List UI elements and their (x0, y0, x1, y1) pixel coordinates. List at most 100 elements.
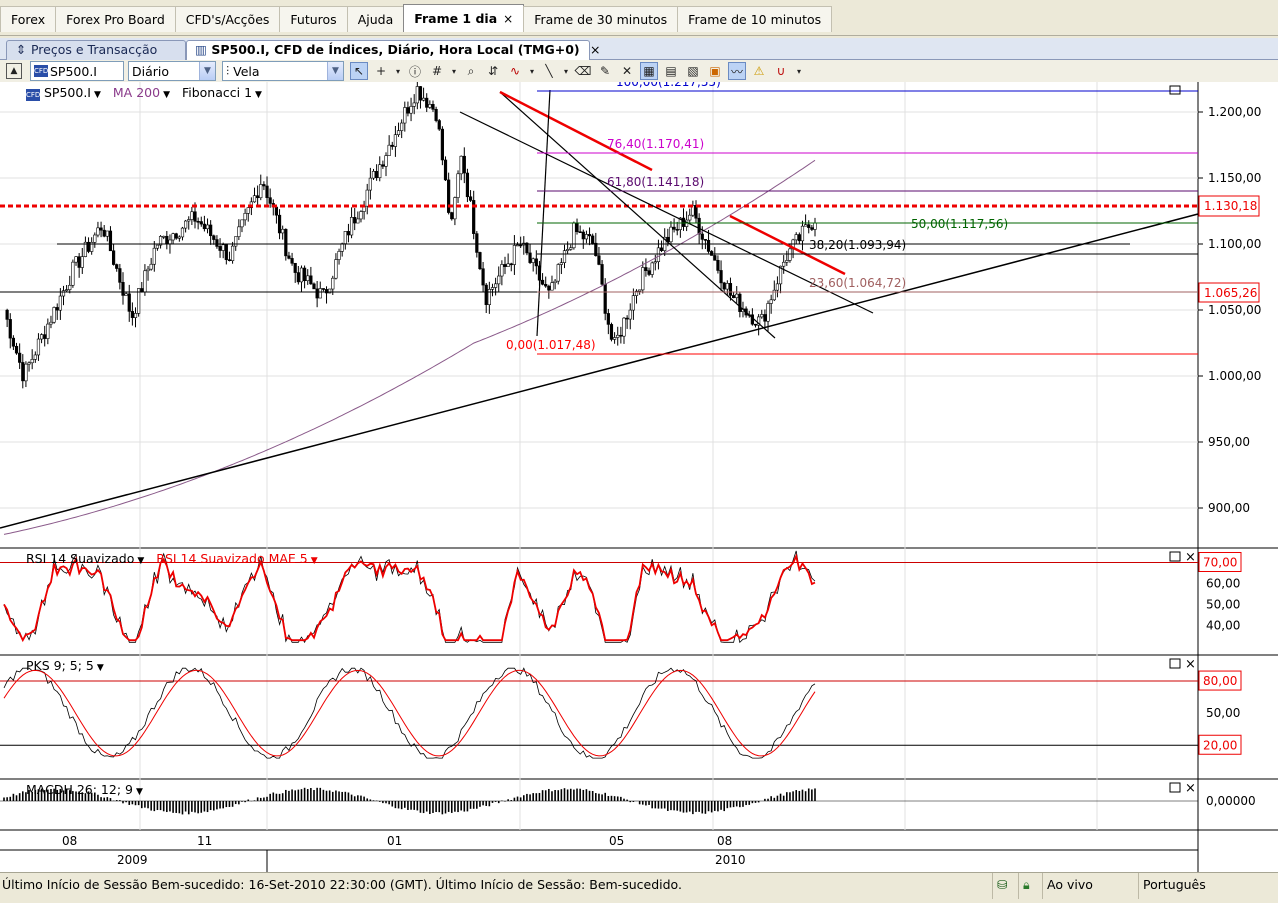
chevron-down-icon[interactable]: ▼ (137, 556, 144, 566)
candle-body (240, 219, 244, 228)
symbol-field[interactable]: CFD SP500.I (30, 61, 124, 81)
menu-tab-6[interactable]: Frame de 30 minutos (523, 6, 679, 32)
alert-icon[interactable]: ⚠ (750, 62, 768, 80)
candle-body (162, 235, 166, 238)
candle-body (74, 256, 78, 263)
menu-tab-3[interactable]: Futuros (279, 6, 348, 32)
chevron-down-icon[interactable]: ▼ (327, 62, 343, 80)
zoom-icon[interactable]: ⌕ (462, 62, 480, 80)
dropdown-arrow-icon[interactable]: ▾ (394, 62, 402, 80)
candle-body (641, 267, 645, 291)
candle-body (171, 233, 175, 241)
tab-quotes-and-trading[interactable]: ⇕ Preços e Transacção (6, 40, 186, 60)
chevron-down-icon[interactable]: ▼ (136, 787, 143, 797)
candle-body (68, 284, 72, 290)
candle-body (252, 195, 257, 203)
cross-tool-icon[interactable]: ✕ (618, 62, 636, 80)
legend-macdh[interactable]: MACDH 26; 12; 9 (26, 782, 133, 797)
menu-tab-5[interactable]: Frame 1 dia × (403, 4, 525, 32)
candle-body (612, 337, 617, 340)
legend-fibonacci[interactable]: Fibonacci 1 (182, 85, 252, 100)
menu-tab-1[interactable]: Forex Pro Board (55, 6, 176, 32)
candle-body (675, 229, 679, 231)
menu-tab-0[interactable]: Forex (0, 6, 57, 32)
candle-body (688, 214, 692, 221)
y-tick-label: 900,00 (1208, 501, 1250, 515)
eraser-icon[interactable]: ⌫ (574, 62, 592, 80)
menu-tab-4[interactable]: Ajuda (346, 6, 405, 32)
chevron-down-icon[interactable]: ▼ (311, 556, 318, 566)
fibonacci-level-label: 0,00(1.017,48) (506, 338, 596, 352)
tile-icon[interactable]: ▧ (684, 62, 702, 80)
candle-body (77, 256, 81, 268)
more-icon[interactable]: ▾ (794, 62, 804, 80)
crosshair-icon[interactable]: + (372, 62, 390, 80)
chart-type-select[interactable]: ⫶ Vela ▼ (222, 61, 344, 81)
legend-rsi[interactable]: RSI 14 Suavizado (26, 551, 134, 566)
legend-symbol[interactable]: SP500.I (44, 85, 91, 100)
chevron-down-icon[interactable]: ▼ (199, 62, 215, 80)
legend-ma200[interactable]: MA 200 (113, 85, 160, 100)
magnet-icon[interactable]: ∪ (772, 62, 790, 80)
candle-body (807, 224, 811, 228)
menu-tab-2[interactable]: CFD's/Acções (174, 6, 281, 32)
candle-body (39, 334, 44, 340)
tab-chart-label: SP500.I, CFD de Índices, Diário, Hora Lo… (211, 42, 580, 57)
period-select[interactable]: Diário ▼ (128, 61, 216, 81)
colors-icon[interactable]: ▣ (706, 62, 724, 80)
scroll-left-icon[interactable]: ▲ (6, 63, 22, 79)
chevron-down-icon[interactable]: ▼ (255, 90, 262, 100)
candle-body (187, 219, 191, 222)
candle-body (406, 107, 410, 114)
tab-chart-sp500[interactable]: ▥ SP500.I, CFD de Índices, Diário, Hora … (186, 40, 600, 60)
draw-tools-icon[interactable]: ✎ (596, 62, 614, 80)
x-month-label: 05 (609, 834, 624, 848)
dropdown-arrow-icon[interactable]: ▾ (528, 62, 536, 80)
candle-body (343, 231, 347, 244)
candle-body (393, 134, 398, 147)
pointer-icon[interactable]: ↖ (350, 62, 368, 80)
window-icon[interactable]: ▤ (662, 62, 680, 80)
candle-body (653, 261, 657, 264)
candle-body (146, 268, 150, 272)
candle-body (52, 307, 56, 323)
candle-body (115, 264, 119, 269)
candle-body (810, 227, 814, 230)
chart-window[interactable]: 1.200,00 1.150,00 1.100,00 1.050,00 1.000,00… (0, 82, 1278, 872)
info-icon[interactable]: ⓘ (406, 62, 424, 80)
dropdown-arrow-icon[interactable]: ▾ (450, 62, 458, 80)
legend-rsi-mae[interactable]: RSI 14 Suavizado MAE 5 (156, 551, 307, 566)
candle-body (356, 218, 360, 224)
grid-icon[interactable]: # (428, 62, 446, 80)
candle-body (14, 345, 19, 354)
candle-body (353, 217, 357, 224)
candle-body (625, 317, 629, 320)
y-tick-label: 950,00 (1208, 435, 1250, 449)
candle-body (184, 220, 188, 229)
dropdown-arrow-icon[interactable]: ▾ (562, 62, 570, 80)
layout-icon[interactable]: ▦ (640, 62, 658, 80)
candle-body (735, 293, 739, 299)
legend-pks[interactable]: PKS 9; 5; 5 (26, 658, 94, 673)
close-tab-icon[interactable]: × (590, 42, 600, 57)
candle-body (700, 233, 704, 240)
close-icon[interactable]: × (503, 6, 513, 32)
candle-body (556, 264, 560, 282)
tab-quotes-label: Preços e Transacção (30, 42, 158, 57)
candle-body (603, 283, 607, 314)
indicator-icon[interactable]: ∿ (506, 62, 524, 80)
language-selector[interactable]: Português (1138, 873, 1278, 899)
chart-canvas[interactable]: 1.200,00 1.150,00 1.100,00 1.050,00 1.000,00… (0, 82, 1278, 872)
candle-body (719, 270, 723, 284)
candle-body (731, 295, 736, 299)
chevron-down-icon[interactable]: ▼ (163, 90, 170, 100)
current-price-label: 1.130,18 (1204, 199, 1257, 213)
wave-icon[interactable]: 〰 (728, 62, 746, 80)
scale-icon[interactable]: ⇵ (484, 62, 502, 80)
chevron-down-icon[interactable]: ▼ (97, 663, 104, 673)
menu-tab-7[interactable]: Frame de 10 minutos (677, 6, 833, 32)
candle-body (105, 230, 109, 237)
chevron-down-icon[interactable]: ▼ (94, 90, 101, 100)
candle-body (656, 247, 661, 262)
trendline-icon[interactable]: ╲ (540, 62, 558, 80)
